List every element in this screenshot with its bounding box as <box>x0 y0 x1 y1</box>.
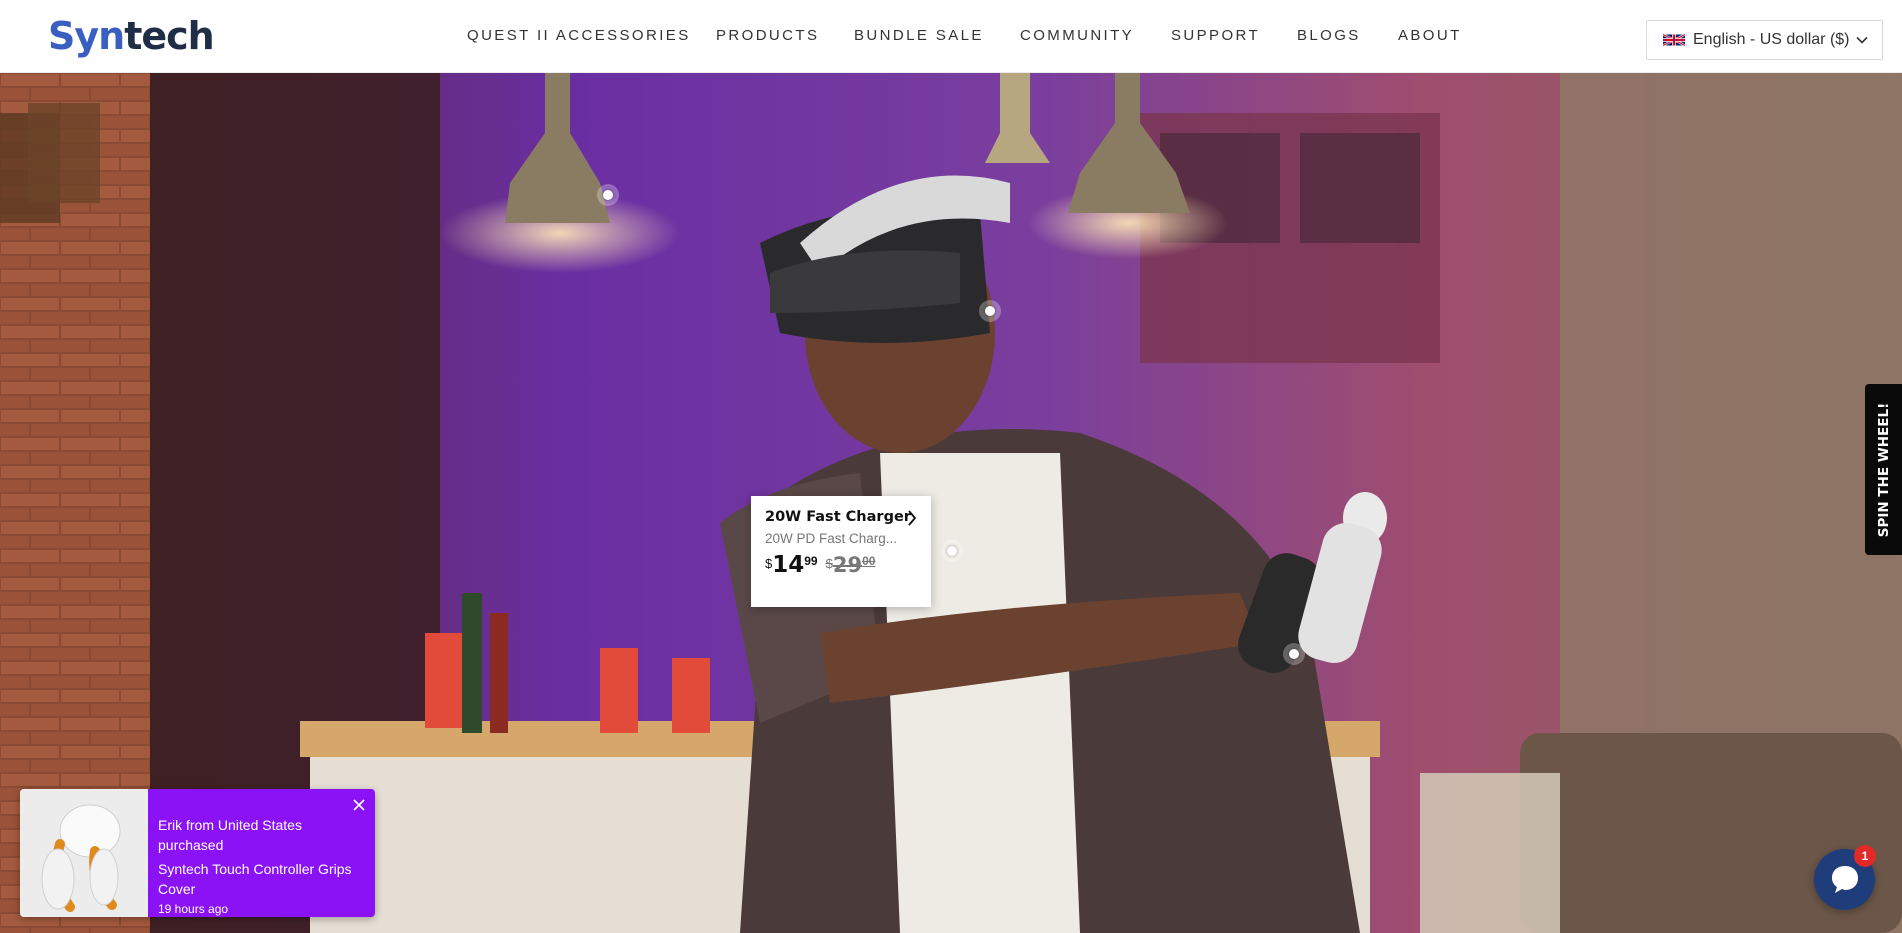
chat-unread-badge: 1 <box>1854 845 1876 867</box>
syntech-logo[interactable]: Syntech <box>48 12 215 60</box>
language-currency-selector[interactable]: English - US dollar ($) <box>1646 20 1883 60</box>
price-cents: 99 <box>804 554 818 568</box>
price-currency: $ <box>765 556 773 571</box>
compare-at-price: $ 29 00 <box>826 552 884 578</box>
language-selector-label: English - US dollar ($) <box>1693 31 1850 48</box>
spin-the-wheel-label: SPIN THE WHEEL! <box>1875 402 1892 537</box>
uk-flag-icon <box>1663 33 1685 47</box>
nav-blogs[interactable]: BLOGS <box>1297 27 1361 44</box>
nav-quest-ii-accessories[interactable]: QUEST II ACCESSORIES <box>467 27 691 44</box>
popup-price-block: $ 14 99 $ 29 00 <box>765 552 917 578</box>
nav-about[interactable]: ABOUT <box>1398 27 1462 44</box>
product-hotspot[interactable] <box>941 540 963 562</box>
nav-support[interactable]: SUPPORT <box>1171 27 1260 44</box>
notification-time: 19 hours ago <box>158 902 229 916</box>
compare-price-whole: 29 <box>832 553 863 577</box>
product-hotspot[interactable] <box>1283 643 1305 665</box>
compare-price-currency: $ <box>825 556 833 571</box>
notification-text: Erik from United States purchased Syntec… <box>158 815 358 917</box>
recent-purchase-notification[interactable]: Erik from United States purchased Syntec… <box>20 789 375 917</box>
logo-text-syn[interactable]: Syn <box>48 14 125 58</box>
compare-price-cents: 00 <box>862 554 876 568</box>
main-nav: QUEST II ACCESSORIES PRODUCTS BUNDLE SAL… <box>0 0 1902 73</box>
nav-products[interactable]: PRODUCTS <box>716 27 819 44</box>
popup-product-title[interactable]: 20W Fast Charger <box>765 509 917 525</box>
popup-product-subtitle: 20W PD Fast Charg... <box>765 531 898 546</box>
product-hotspot[interactable] <box>597 184 619 206</box>
logo-text-tech[interactable]: tech <box>124 14 215 58</box>
product-popup[interactable]: 20W Fast Charger 20W PD Fast Charg... $ … <box>751 496 931 607</box>
spin-the-wheel-tab[interactable]: SPIN THE WHEEL! <box>1865 384 1902 555</box>
site-header: Syntech QUEST II ACCESSORIES PRODUCTS BU… <box>0 0 1902 73</box>
product-hotspot[interactable] <box>979 300 1001 322</box>
notification-buyer-line: Erik from United States purchased <box>158 817 302 853</box>
nav-community[interactable]: COMMUNITY <box>1020 27 1134 44</box>
close-icon[interactable] <box>353 799 365 811</box>
notification-product-name[interactable]: Syntech Touch Controller Grips Cover <box>158 859 358 899</box>
price-whole: 14 <box>772 552 805 578</box>
chat-bubble-icon <box>1832 866 1858 893</box>
controller-grips-product-image[interactable] <box>20 789 148 917</box>
nav-bundle-sale[interactable]: BUNDLE SALE <box>854 27 984 44</box>
chevron-down-icon <box>1856 36 1868 44</box>
chevron-right-icon[interactable] <box>907 510 917 526</box>
